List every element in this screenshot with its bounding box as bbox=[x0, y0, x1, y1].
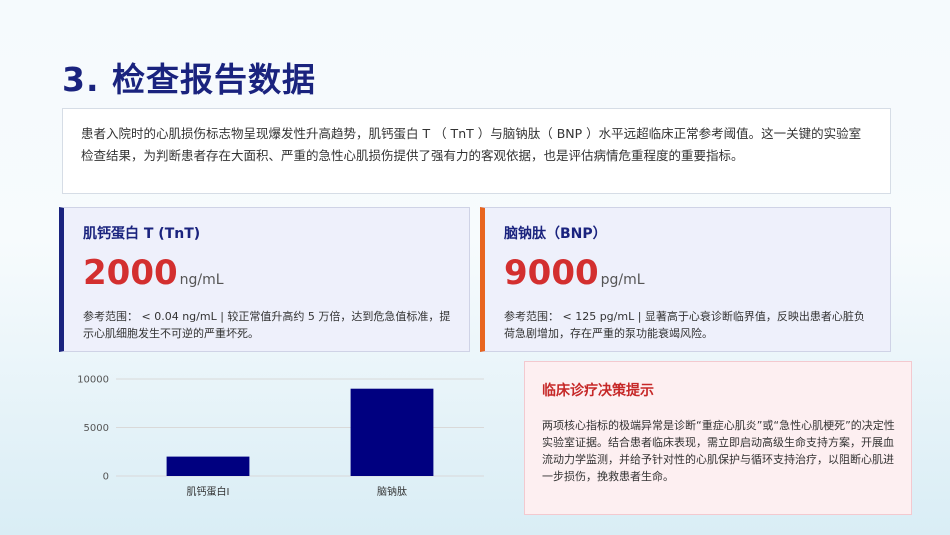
metric-value-row: 2000 ng/mL bbox=[83, 253, 453, 297]
bar bbox=[350, 388, 434, 476]
y-tick-label: 5000 bbox=[84, 423, 109, 434]
x-tick-label: 肌钙蛋白I bbox=[187, 485, 230, 498]
metric-name: 脑钠肽（BNP） bbox=[504, 226, 607, 242]
metric-name: 肌钙蛋白 T (TnT) bbox=[83, 226, 201, 242]
decision-title: 临床诊疗决策提示 bbox=[542, 383, 654, 399]
metric-value: 2000 bbox=[83, 253, 178, 293]
metric-unit: ng/mL bbox=[179, 272, 224, 288]
x-tick-label: 脑钠肽 bbox=[377, 485, 407, 498]
decision-box: 临床诊疗决策提示 两项核心指标的极端异常是诊断“重症心肌炎”或“急性心肌梗死”的… bbox=[524, 361, 912, 515]
bar bbox=[166, 456, 250, 476]
summary-box: 患者入院时的心肌损伤标志物呈现爆发性升高趋势，肌钙蛋白 T （ TnT ）与脑钠… bbox=[62, 108, 891, 194]
metric-card-tnt: 肌钙蛋白 T (TnT) 2000 ng/mL 参考范围： < 0.04 ng/m… bbox=[59, 207, 470, 352]
metric-value-row: 9000 pg/mL bbox=[504, 253, 874, 297]
slide-title: 3. 检查报告数据 bbox=[62, 60, 316, 99]
metric-card-bnp: 脑钠肽（BNP） 9000 pg/mL 参考范围： < 125 pg/mL | 显… bbox=[480, 207, 891, 352]
summary-text: 患者入院时的心肌损伤标志物呈现爆发性升高趋势，肌钙蛋白 T （ TnT ）与脑钠… bbox=[81, 126, 862, 163]
y-tick-label: 10000 bbox=[77, 375, 109, 386]
metric-value: 9000 bbox=[504, 253, 599, 293]
metric-unit: pg/mL bbox=[600, 272, 645, 288]
bar-chart-svg: 0 5000 10000 肌钙蛋白I 脑钠肽 bbox=[77, 375, 484, 498]
y-tick-label: 0 bbox=[103, 472, 109, 483]
decision-text: 两项核心指标的极端异常是诊断“重症心肌炎”或“急性心肌梗死”的决定性实验室证据。… bbox=[542, 419, 895, 483]
metric-note: 参考范围： < 125 pg/mL | 显著高于心衰诊断临界值，反映出患者心脏负… bbox=[504, 310, 865, 340]
bar-chart: 0 5000 10000 肌钙蛋白I 脑钠肽 bbox=[59, 362, 510, 512]
metric-note: 参考范围： < 0.04 ng/mL | 较正常值升高约 5 万倍，达到危急值标… bbox=[83, 310, 451, 340]
